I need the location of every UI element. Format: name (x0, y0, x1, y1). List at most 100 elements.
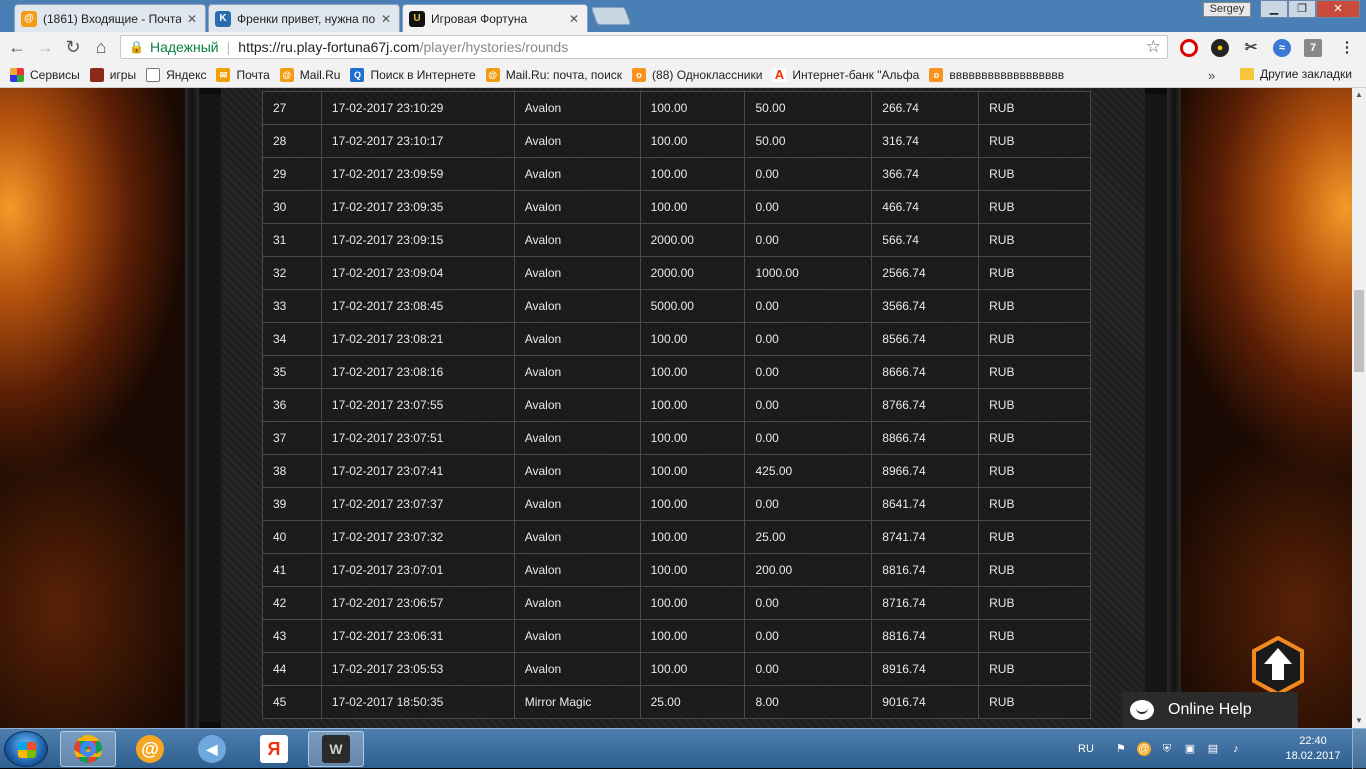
scroll-to-top-button[interactable] (1250, 636, 1306, 696)
bookmark-search[interactable]: Q Поиск в Интернете (350, 67, 476, 82)
opera-icon[interactable] (1180, 39, 1198, 57)
extension-icon[interactable]: ● (1211, 39, 1229, 57)
bookmark-odnoklassniki-2[interactable]: о вввввввввввввввввв (929, 67, 1064, 82)
search-icon: Q (350, 67, 365, 82)
win-amount-cell: 0.00 (744, 388, 873, 422)
currency-cell: RUB (978, 652, 1091, 686)
game-name-cell: Avalon (513, 619, 641, 653)
bookmark-label: Почта (236, 67, 270, 82)
url-path: /player/hystories/rounds (419, 39, 569, 55)
profile-button[interactable]: Sergey (1203, 2, 1251, 17)
device-icon[interactable]: ▣ (1183, 742, 1197, 756)
bet-amount-cell: 100.00 (639, 454, 746, 488)
taskbar-chrome[interactable] (60, 731, 116, 767)
balance-cell: 2566.74 (871, 256, 980, 290)
security-shield-icon[interactable]: ⛨ (1160, 742, 1174, 756)
volume-icon[interactable]: ♪ (1229, 742, 1243, 756)
taskbar-media[interactable]: ◀ (184, 731, 240, 767)
bookmarks-overflow-button[interactable]: » (1208, 68, 1215, 83)
bookmark-odnoklassniki[interactable]: о (88) Одноклассники (632, 67, 762, 82)
table-row: 41 17-02-2017 23:07:01 Avalon 100.00 200.00 8… (262, 553, 1091, 587)
home-icon[interactable]: ⌂ (90, 37, 112, 57)
win-amount-cell: 50.00 (744, 124, 873, 158)
tab-mail[interactable]: @ (1861) Входящие - Почта Mail.Ru ✕ (14, 4, 206, 32)
secure-label: Надежный (149, 39, 219, 55)
menu-icon[interactable]: ⋮ (1338, 39, 1356, 57)
network-icon[interactable]: ▤ (1206, 742, 1220, 756)
taskbar-mailru-agent[interactable]: @ (122, 731, 178, 767)
scrollbar-thumb[interactable] (1354, 290, 1364, 372)
table-row: 45 17-02-2017 18:50:35 Mirror Magic 25.00 8.… (262, 685, 1091, 719)
minimize-button[interactable]: ▁ (1260, 0, 1288, 18)
round-number-cell: 44 (262, 652, 322, 686)
bet-amount-cell: 100.00 (639, 124, 746, 158)
extension-7-icon[interactable]: 7 (1304, 39, 1322, 57)
bookmark-games[interactable]: игры (89, 67, 136, 82)
win-amount-cell: 0.00 (744, 289, 873, 323)
win-amount-cell: 0.00 (744, 322, 873, 356)
scroll-up-arrow-icon[interactable]: ▲ (1352, 88, 1366, 102)
forward-arrow-icon[interactable]: → (34, 37, 56, 57)
sync-icon[interactable]: ≈ (1273, 39, 1291, 57)
language-indicator[interactable]: RU (1078, 743, 1094, 755)
close-icon[interactable]: ✕ (185, 12, 199, 26)
balance-cell: 8816.74 (871, 553, 980, 587)
start-button[interactable] (4, 731, 48, 767)
taskbar-worldoftanks[interactable]: W (308, 731, 364, 767)
balance-cell: 8916.74 (871, 652, 980, 686)
bookmark-mailru-search[interactable]: @ Mail.Ru: почта, поиск (485, 67, 622, 82)
bet-amount-cell: 100.00 (639, 487, 746, 521)
tab-forum[interactable]: K Френки привет, нужна помощь ✕ (208, 4, 400, 32)
extension-tools-icon[interactable]: ✂ (1242, 39, 1260, 57)
scroll-down-arrow-icon[interactable]: ▼ (1352, 714, 1366, 728)
balance-cell: 8566.74 (871, 322, 980, 356)
bookmark-yandex[interactable]: Яндекс (146, 67, 206, 82)
reload-icon[interactable]: ↻ (62, 37, 84, 57)
mail-at-icon: @ (21, 10, 37, 27)
bookmark-mail[interactable]: ✉ Почта (216, 67, 270, 82)
currency-cell: RUB (978, 421, 1091, 455)
other-bookmarks[interactable]: Другие закладки (1240, 67, 1352, 81)
table-row: 31 17-02-2017 23:09:15 Avalon 2000.00 0.00 56… (262, 223, 1091, 257)
taskbar-clock[interactable]: 22:40 18.02.2017 (1283, 734, 1343, 764)
win-amount-cell: 200.00 (744, 553, 873, 587)
round-number-cell: 43 (262, 619, 322, 653)
bet-amount-cell: 2000.00 (639, 256, 746, 290)
tab-fortuna[interactable]: U Игровая Фортуна ✕ (402, 4, 588, 32)
back-arrow-icon[interactable]: ← (6, 37, 28, 57)
game-name-cell: Mirror Magic (513, 685, 641, 719)
table-row: 38 17-02-2017 23:07:41 Avalon 100.00 425.00 8… (262, 454, 1091, 488)
round-number-cell: 27 (262, 91, 322, 125)
win-amount-cell: 50.00 (744, 91, 873, 125)
close-icon[interactable]: ✕ (379, 12, 393, 26)
currency-cell: RUB (978, 190, 1091, 224)
win-amount-cell: 0.00 (744, 487, 873, 521)
bookmark-star-icon[interactable]: ☆ (1146, 37, 1161, 57)
vertical-scrollbar[interactable]: ▲ ▼ (1352, 88, 1366, 728)
action-center-flag-icon[interactable]: ⚑ (1114, 742, 1128, 756)
maximize-button[interactable]: ❐ (1288, 0, 1316, 18)
balance-cell: 8666.74 (871, 355, 980, 389)
bet-amount-cell: 100.00 (639, 553, 746, 587)
mail-at-icon: @ (279, 67, 294, 82)
mail-agent-tray-icon[interactable]: @ (1136, 742, 1151, 756)
bookmark-mailru[interactable]: @ Mail.Ru (279, 67, 340, 82)
bookmark-services[interactable]: Сервисы (10, 67, 80, 82)
currency-cell: RUB (978, 355, 1091, 389)
close-icon[interactable]: ✕ (567, 12, 581, 26)
round-number-cell: 40 (262, 520, 322, 554)
page-icon (146, 67, 161, 82)
bet-amount-cell: 5000.00 (639, 289, 746, 323)
bookmark-label: Поиск в Интернете (370, 67, 476, 82)
win-amount-cell: 425.00 (744, 454, 873, 488)
table-row: 37 17-02-2017 23:07:51 Avalon 100.00 0.00 886… (262, 421, 1091, 455)
address-bar[interactable]: 🔒 Надежный | https://ru.play-fortuna67j.… (120, 35, 1168, 59)
bookmark-alfabank[interactable]: A Интернет-банк "Альфа (772, 67, 919, 82)
online-help-button[interactable]: Online Help (1122, 692, 1298, 728)
taskbar-yandex[interactable]: Я (246, 731, 302, 767)
balance-cell: 8641.74 (871, 487, 980, 521)
new-tab-button[interactable] (590, 7, 632, 25)
show-desktop-button[interactable] (1352, 729, 1366, 769)
close-window-button[interactable]: ✕ (1316, 0, 1360, 18)
envelope-icon: ✉ (216, 67, 231, 82)
